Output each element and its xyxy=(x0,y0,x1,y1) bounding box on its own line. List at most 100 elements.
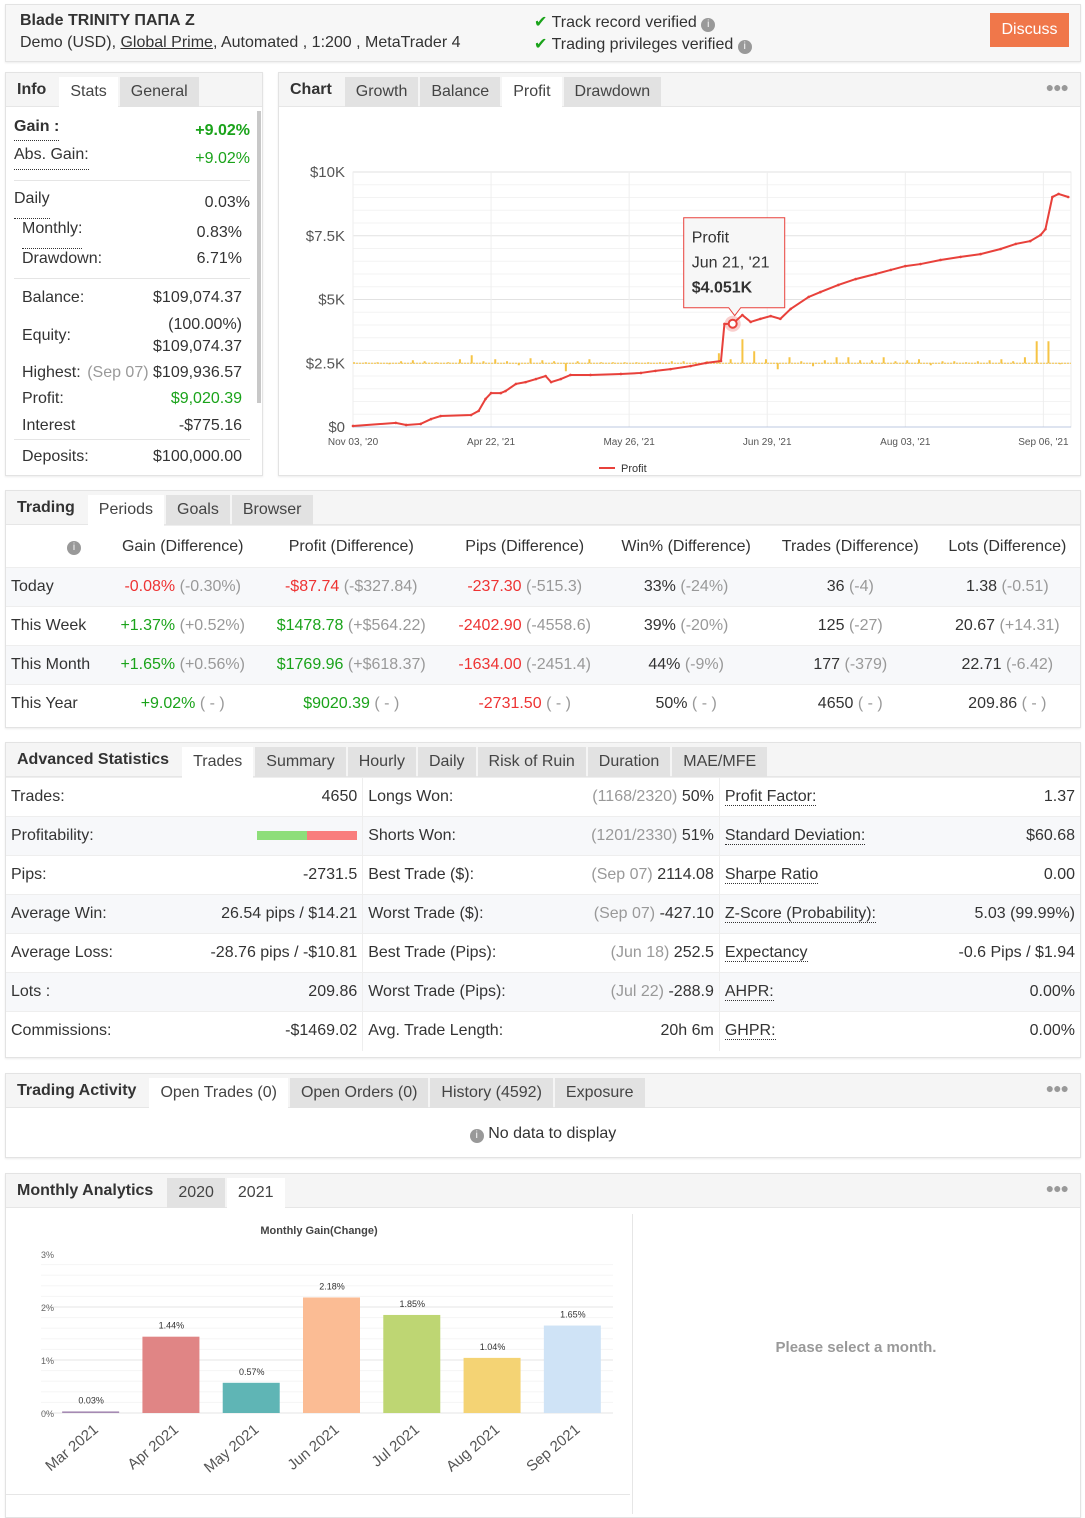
daily-label: Daily xyxy=(14,189,50,219)
table-row: This Week +1.37% (+0.52%) $1478.78 (+$564.… xyxy=(6,606,1080,646)
stat-label: Profit Factor: xyxy=(718,777,910,817)
balance-value: $109,074.37 xyxy=(153,289,242,306)
profit-point xyxy=(544,374,547,378)
monthly-gain-chart: Monthly Gain(Change) 0% 1% 2% 3% 0.03% Mar 202… xyxy=(41,1225,613,1476)
tab-trading[interactable]: Trading xyxy=(6,491,86,525)
tab-summary[interactable]: Summary xyxy=(255,747,346,777)
daily-bar xyxy=(1000,359,1003,364)
info-icon[interactable]: i xyxy=(701,18,716,32)
tab-profit[interactable]: Profit xyxy=(502,77,562,108)
tab-history-4592[interactable]: History (4592) xyxy=(430,1078,553,1108)
broker-link[interactable]: Global Prime xyxy=(120,34,212,51)
x-tick-label: Sep 06, '21 xyxy=(1018,437,1069,448)
profit-point xyxy=(837,283,840,287)
tab-open-orders-0[interactable]: Open Orders (0) xyxy=(289,1078,429,1108)
value: 4650 xyxy=(817,695,854,713)
profit-point xyxy=(484,397,487,401)
stat-label: Best Trade ($): xyxy=(362,855,513,895)
profit-point xyxy=(404,423,408,427)
tab-drawdown[interactable]: Drawdown xyxy=(563,77,662,107)
empty-state: i No data to display xyxy=(6,1125,1080,1143)
profit-point xyxy=(999,247,1002,251)
stat-number: -$1469.02 xyxy=(285,1022,358,1040)
legend-label: Profit xyxy=(621,463,647,475)
tab-growth[interactable]: Growth xyxy=(344,77,419,107)
tab-mae-mfe[interactable]: MAE/MFE xyxy=(672,747,768,777)
daily-bar xyxy=(741,339,744,364)
tooltip-date: Jun 21, '21 xyxy=(692,255,770,272)
bar xyxy=(142,1336,200,1413)
daily-bar xyxy=(376,362,379,364)
difference: (-515.3) xyxy=(526,578,583,595)
daily-bar xyxy=(529,358,532,364)
value: 209.86 xyxy=(968,695,1018,713)
tab-trades[interactable]: Trades xyxy=(182,747,254,778)
column-header: Gain (Difference) xyxy=(106,525,260,568)
table-row: This Year +9.02% ( - ) $9020.39 ( - ) -2731… xyxy=(6,684,1080,724)
verify-label: Trading privileges verified xyxy=(551,36,734,53)
info-icon[interactable]: i xyxy=(6,526,106,568)
profit-point xyxy=(559,377,563,381)
stat-number: 0.00% xyxy=(1029,1022,1075,1040)
tab-2021[interactable]: 2021 xyxy=(226,1178,285,1209)
tab-advanced-statistics[interactable]: Advanced Statistics xyxy=(6,743,180,777)
stat-number: 1.37 xyxy=(1043,788,1075,805)
tab-chart[interactable]: Chart xyxy=(279,73,343,107)
tab-goals[interactable]: Goals xyxy=(166,495,230,525)
stat-number: 4650 xyxy=(321,788,358,805)
tab-daily[interactable]: Daily xyxy=(417,747,476,777)
scrollbar[interactable] xyxy=(257,111,261,403)
period-cell: 177 (-379) xyxy=(765,645,935,685)
tab-trading-activity[interactable]: Trading Activity xyxy=(6,1074,147,1108)
tab-info[interactable]: Info xyxy=(6,73,57,107)
profit-point xyxy=(439,414,442,418)
info-icon[interactable]: i xyxy=(737,40,752,54)
daily-bar xyxy=(953,361,956,364)
daily-bar xyxy=(353,362,355,364)
tab-exposure[interactable]: Exposure xyxy=(554,1078,645,1108)
account-details: , Automated , 1:200 , MetaTrader 4 xyxy=(212,34,461,51)
profit-point xyxy=(939,258,942,262)
daily-bar xyxy=(588,359,591,364)
abs-gain-label: Abs. Gain: xyxy=(14,145,89,170)
profit-point xyxy=(807,295,810,299)
tab-2020[interactable]: 2020 xyxy=(167,1178,225,1208)
y-tick-label: 3% xyxy=(41,1250,54,1260)
tab-general[interactable]: General xyxy=(119,77,199,107)
y-tick-label: $5K xyxy=(318,292,345,309)
tab-periods[interactable]: Periods xyxy=(87,495,165,526)
stat-date: (1201/2330) xyxy=(591,827,678,844)
x-tick-label: Apr 22, '21 xyxy=(467,437,515,448)
daily-bar xyxy=(941,361,944,364)
value: 177 xyxy=(813,656,841,673)
value: $1769.96 xyxy=(276,656,344,673)
stat-label: Lots : xyxy=(6,972,156,1012)
tab-balance[interactable]: Balance xyxy=(420,77,501,107)
check-icon: ✔ xyxy=(534,14,548,31)
tab-hourly[interactable]: Hourly xyxy=(347,747,416,777)
y-tick-label: 0% xyxy=(41,1409,54,1419)
daily-bar xyxy=(694,362,697,364)
tab-risk-of-ruin[interactable]: Risk of Ruin xyxy=(477,747,586,777)
more-options-icon[interactable]: ●●● xyxy=(1046,1180,1069,1196)
daily-bar xyxy=(1012,361,1015,364)
tab-duration[interactable]: Duration xyxy=(587,747,671,777)
tab-stats[interactable]: Stats xyxy=(59,77,118,108)
more-options-icon[interactable]: ●●● xyxy=(1046,1080,1069,1096)
daily-bar xyxy=(788,357,791,364)
empty-message: No data to display xyxy=(488,1125,617,1142)
tab-monthly-analytics[interactable]: Monthly Analytics xyxy=(6,1174,165,1208)
stat-label: Commissions: xyxy=(6,1011,156,1051)
tab-open-trades-0[interactable]: Open Trades (0) xyxy=(149,1078,288,1109)
more-options-icon[interactable]: ●●● xyxy=(1046,79,1069,95)
discuss-button[interactable]: Discuss xyxy=(990,13,1069,47)
profit-point xyxy=(429,417,433,421)
stat-label: AHPR: xyxy=(718,972,910,1012)
stat-value: -0.6 Pips / $1.94 xyxy=(909,933,1080,973)
profit-point xyxy=(669,367,672,371)
difference: (+14.31) xyxy=(999,617,1060,634)
drawdown-label: Drawdown: xyxy=(22,250,103,267)
period-label: This Year xyxy=(6,684,106,724)
stats-row: Average Win: 26.54 pips / $14.21 Worst Tra… xyxy=(6,894,1080,934)
tab-browser[interactable]: Browser xyxy=(231,495,313,525)
